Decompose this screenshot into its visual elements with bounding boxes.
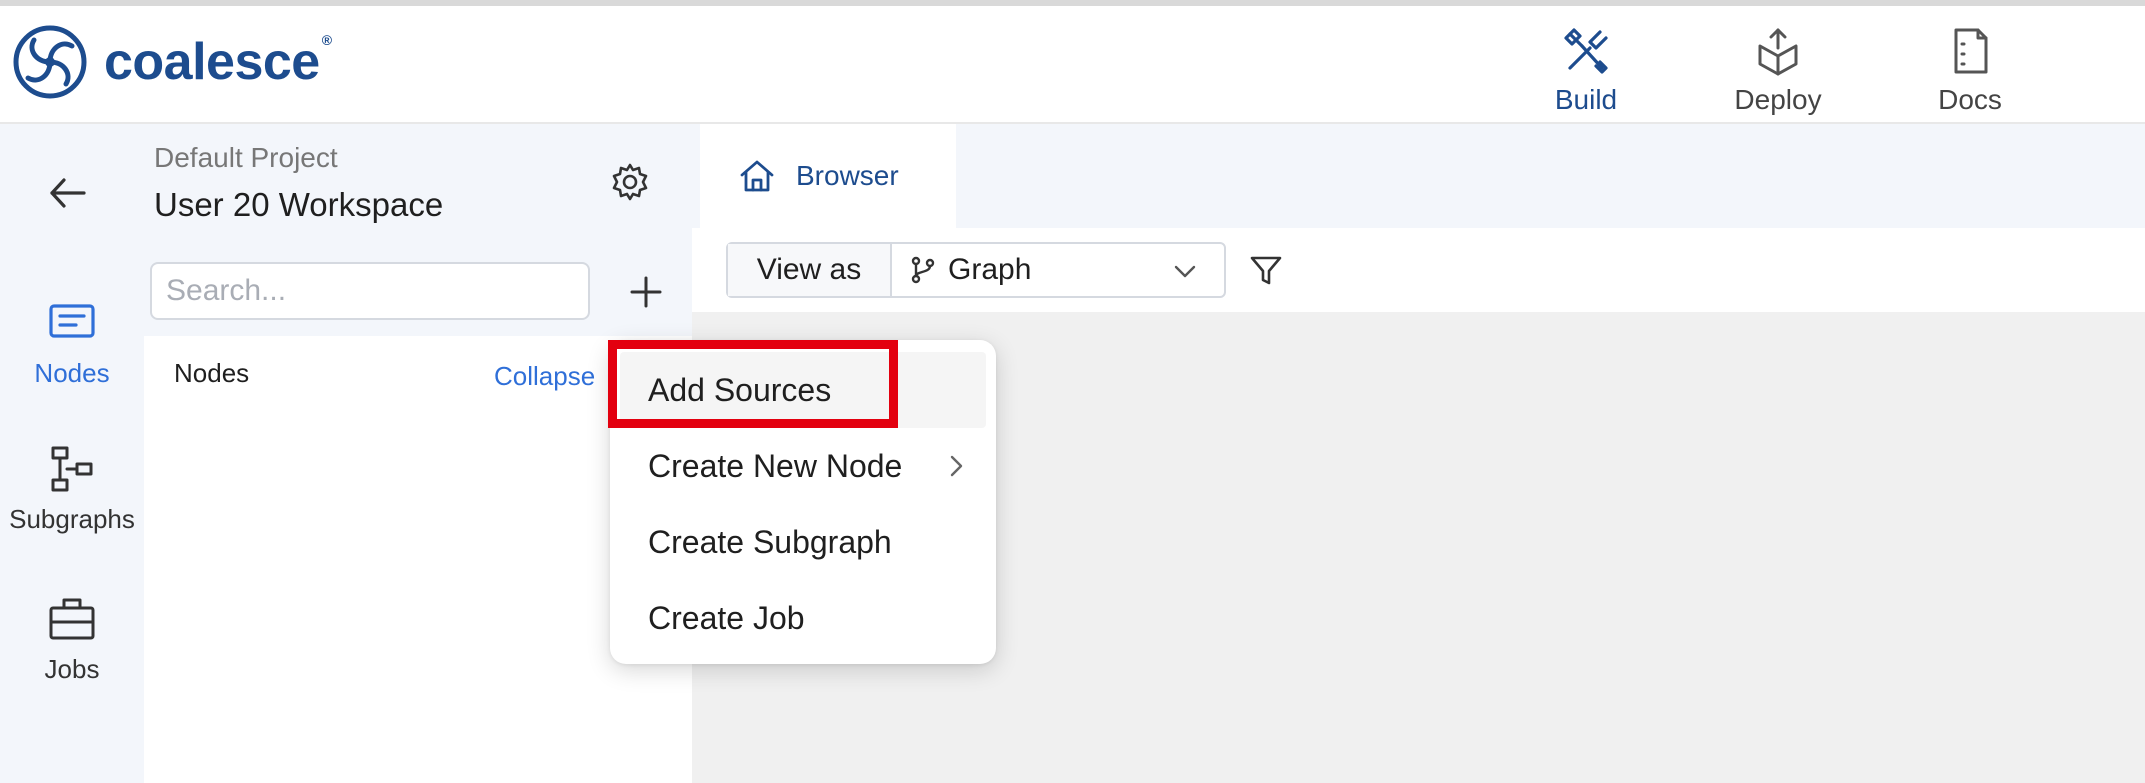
- project-name: Default Project: [154, 142, 338, 173]
- rail-jobs-label: Jobs: [44, 654, 100, 684]
- rail-jobs[interactable]: Jobs: [0, 594, 144, 685]
- subgraph-icon: [51, 446, 93, 492]
- coalesce-logo[interactable]: coalesce ®: [12, 24, 332, 100]
- graph-toolbar: View as Graph: [692, 228, 2145, 312]
- add-menu: Add Sources Create New Node Create Subgr…: [610, 340, 996, 664]
- menu-item-label: Add Sources: [648, 371, 832, 408]
- hammer-wrench-icon: [1564, 28, 1608, 74]
- view-as-label: View as: [728, 244, 892, 296]
- top-bar: coalesce ® Build Deploy Docs: [0, 0, 2145, 124]
- left-rail: Nodes Subgraphs Jobs: [0, 124, 144, 783]
- document-icon: [1954, 28, 1988, 74]
- search-input[interactable]: [150, 262, 590, 320]
- menu-create-new-node[interactable]: Create New Node: [610, 428, 986, 504]
- coalesce-logo-icon: [13, 25, 87, 99]
- panel-header: Default Project User 20 Workspace: [144, 124, 692, 336]
- rail-subgraphs[interactable]: Subgraphs: [0, 444, 144, 535]
- gear-icon[interactable]: [610, 162, 650, 202]
- box-upload-icon: [1758, 28, 1798, 76]
- plus-icon[interactable]: [622, 268, 670, 316]
- briefcase-icon: [49, 598, 95, 640]
- menu-item-label: Create Job: [648, 599, 805, 636]
- nav-deploy-label: Deploy: [1734, 84, 1822, 115]
- branch-icon: [911, 256, 935, 284]
- nodes-section-title: Nodes: [174, 358, 250, 388]
- tab-strip: Browser: [692, 124, 2145, 228]
- chevron-down-icon: [1174, 265, 1196, 278]
- nodes-icon: [49, 304, 95, 338]
- home-icon: [740, 160, 774, 192]
- menu-item-label: Create Subgraph: [648, 523, 892, 560]
- nav-build[interactable]: Build: [1516, 26, 1656, 116]
- rail-nodes-label: Nodes: [34, 358, 110, 388]
- menu-create-subgraph[interactable]: Create Subgraph: [610, 504, 986, 580]
- menu-create-job[interactable]: Create Job: [610, 580, 986, 656]
- nav-build-label: Build: [1554, 84, 1618, 115]
- menu-add-sources[interactable]: Add Sources: [620, 352, 986, 428]
- tab-browser-label: Browser: [796, 160, 899, 191]
- view-as-control: View as Graph: [726, 242, 1226, 298]
- workspace-name: User 20 Workspace: [154, 186, 444, 223]
- nav-docs-label: Docs: [1938, 84, 2002, 115]
- nav-docs[interactable]: Docs: [1900, 26, 2040, 116]
- rail-nodes[interactable]: Nodes: [0, 298, 144, 389]
- filter-icon[interactable]: [1248, 252, 1284, 288]
- rail-subgraphs-label: Subgraphs: [9, 504, 135, 534]
- menu-item-label: Create New Node: [648, 447, 903, 484]
- chevron-right-icon: [950, 455, 963, 477]
- view-select[interactable]: Graph: [892, 244, 1224, 296]
- view-select-value: Graph: [948, 253, 1032, 286]
- back-arrow-icon[interactable]: [40, 166, 94, 220]
- nav-deploy[interactable]: Deploy: [1708, 26, 1848, 116]
- collapse-link[interactable]: Collapse: [494, 361, 595, 392]
- brand-name: coalesce ®: [104, 32, 332, 91]
- tab-browser[interactable]: Browser: [700, 124, 956, 228]
